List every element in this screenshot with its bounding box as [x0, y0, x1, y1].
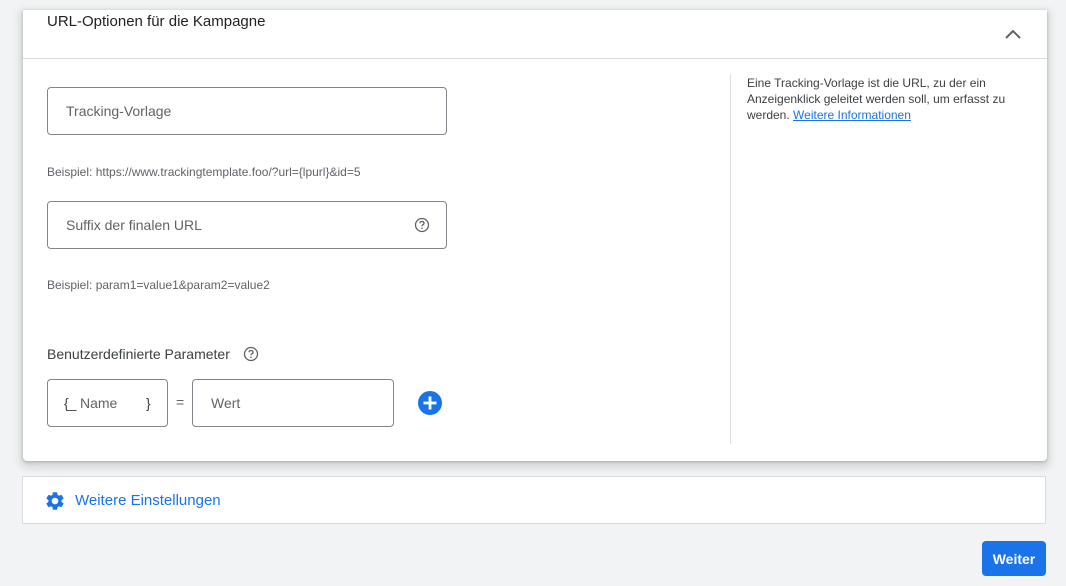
final-url-suffix-input[interactable]: [64, 202, 404, 248]
equals-sign: =: [176, 394, 185, 410]
param-name-field[interactable]: {_ }: [47, 379, 168, 427]
final-url-suffix-field[interactable]: [47, 201, 447, 249]
next-button[interactable]: Weiter: [982, 541, 1046, 576]
final-url-suffix-hint: Beispiel: param1=value1&param2=value2: [47, 278, 270, 292]
custom-params-label: Benutzerdefinierte Parameter: [47, 346, 230, 362]
param-name-prefix: {_: [64, 395, 77, 411]
param-name-suffix: }: [146, 395, 151, 411]
side-help-panel: Eine Tracking-Vorlage ist die URL, zu de…: [747, 75, 1032, 123]
param-name-input[interactable]: [78, 380, 144, 426]
card-header[interactable]: URL-Optionen für die Kampagne: [23, 10, 1047, 59]
learn-more-link[interactable]: Weitere Informationen: [793, 108, 911, 122]
tracking-template-field[interactable]: [47, 87, 447, 135]
vertical-divider: [730, 74, 731, 444]
more-settings-button[interactable]: Weitere Einstellungen: [22, 476, 1046, 524]
param-value-field[interactable]: [192, 379, 394, 427]
tracking-template-input[interactable]: [64, 88, 434, 134]
tracking-template-hint: Beispiel: https://www.trackingtemplate.f…: [47, 165, 361, 179]
add-circle-icon[interactable]: [417, 390, 443, 416]
chevron-up-icon: [1005, 29, 1021, 39]
card-title: URL-Optionen für die Kampagne: [47, 13, 266, 30]
help-circle-icon[interactable]: [243, 346, 259, 362]
gear-icon: [46, 492, 64, 510]
collapse-button[interactable]: [999, 22, 1027, 46]
help-circle-icon[interactable]: [414, 217, 430, 233]
param-value-input[interactable]: [209, 380, 385, 426]
more-settings-label: Weitere Einstellungen: [75, 492, 221, 509]
url-options-card: URL-Optionen für die Kampagne Beispiel: …: [23, 10, 1047, 461]
